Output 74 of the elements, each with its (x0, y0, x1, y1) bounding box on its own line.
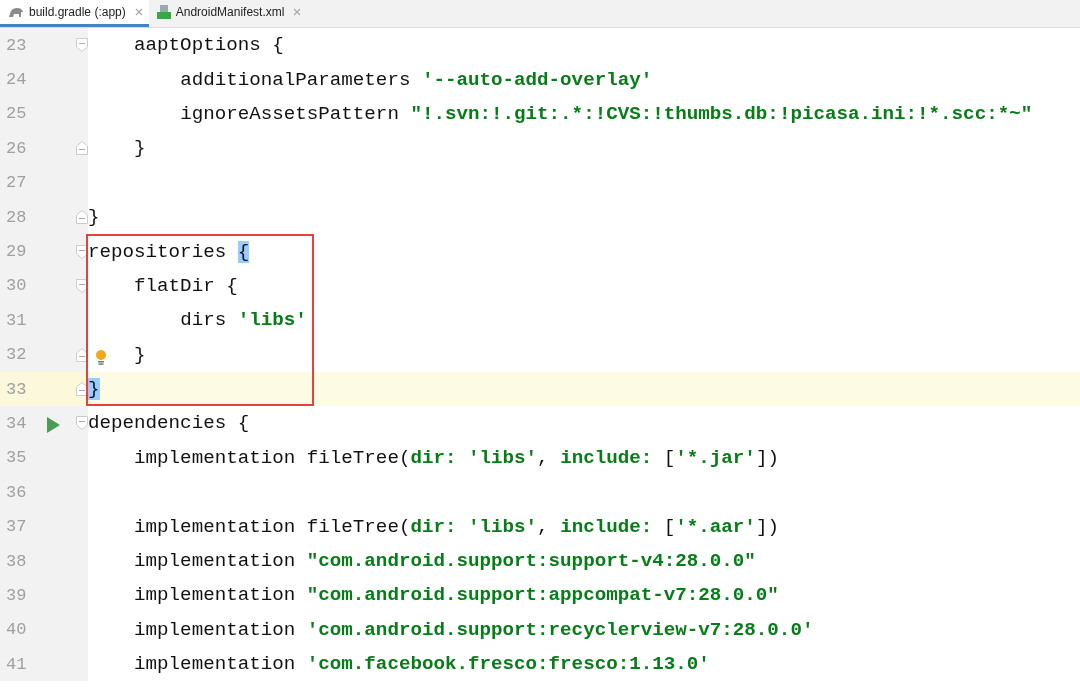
fold-marker-icon[interactable] (76, 416, 88, 431)
line-number: 30 (5, 276, 28, 296)
code-text: implementation (134, 653, 297, 676)
matched-brace: } (88, 378, 100, 401)
line-number: 41 (5, 654, 28, 674)
fold-marker-icon[interactable] (76, 244, 88, 259)
code-text: , (537, 446, 550, 469)
code-text: ]) (755, 515, 779, 538)
code-text: implementation (134, 550, 297, 573)
code-text: ignoreAssetsPattern (180, 102, 400, 125)
editor-tab[interactable]: build.gradle (:app) (0, 0, 149, 27)
code-text: } (88, 206, 100, 229)
code-text: repositories (88, 240, 228, 263)
line-number: 39 (5, 585, 28, 605)
string-literal: "!.svn:!.git:.*:!CVS:!thumbs.db:!picasa.ini:!*.scc:*~" (410, 102, 1033, 125)
named-argument: dir: (410, 515, 458, 538)
line-number: 32 (5, 345, 28, 365)
string-literal: '*.jar' (675, 446, 756, 469)
line-number: 34 (5, 414, 28, 433)
line-number: 27 (5, 173, 28, 193)
named-argument: include: (560, 515, 654, 538)
code-text: flatDir { (134, 274, 238, 297)
line-number: 31 (5, 310, 28, 330)
code-text: } (134, 343, 146, 366)
code-text: implementation fileTree( (134, 446, 411, 469)
lightbulb-icon[interactable] (95, 348, 107, 365)
file-icon (156, 5, 171, 19)
fold-marker-icon[interactable] (76, 278, 88, 293)
named-argument: include: (560, 446, 654, 469)
string-literal: 'libs' (468, 446, 538, 469)
fold-marker-icon[interactable] (76, 347, 88, 362)
code-text: [ (663, 446, 676, 469)
string-literal: 'libs' (237, 309, 307, 332)
code-text: dirs (180, 309, 228, 332)
named-argument: dir: (410, 446, 458, 469)
close-icon[interactable] (134, 8, 143, 16)
code-text: ]) (755, 446, 779, 469)
line-number: 36 (5, 482, 28, 502)
fold-marker-icon[interactable] (76, 141, 88, 156)
code-text: implementation (134, 618, 297, 641)
fold-marker-icon[interactable] (76, 382, 88, 397)
string-literal: 'com.facebook.fresco:fresco:1.13.0' (306, 653, 710, 676)
code-text: aaptOptions { (134, 34, 284, 57)
code-text: , (537, 515, 550, 538)
string-literal: 'com.android.support:recyclerview-v7:28.0.0' (306, 618, 814, 641)
line-number: 28 (5, 207, 28, 227)
line-number: 24 (5, 70, 28, 90)
line-number: 38 (5, 551, 28, 571)
string-literal: '--auto-add-overlay' (421, 68, 653, 91)
code-text: } (134, 137, 146, 160)
line-number: 23 (5, 35, 28, 55)
code-text: additionalParameters (180, 68, 412, 91)
line-number: 33 (5, 379, 28, 399)
run-icon[interactable] (46, 417, 60, 434)
code-text: implementation (134, 584, 297, 607)
fold-marker-icon[interactable] (76, 38, 88, 53)
line-number: 26 (5, 138, 28, 158)
matched-brace: { (237, 240, 250, 263)
code-text: implementation fileTree( (134, 515, 411, 538)
line-number: 35 (5, 448, 28, 468)
code-text: dependencies { (88, 412, 250, 435)
close-icon[interactable] (293, 8, 302, 16)
line-number: 25 (5, 104, 28, 124)
elephant-icon (8, 6, 24, 18)
code-text: [ (663, 515, 676, 538)
line-number: 40 (5, 620, 28, 640)
string-literal: '*.aar' (675, 515, 756, 538)
string-literal: "com.android.support:appcompat-v7:28.0.0" (306, 584, 779, 607)
string-literal: "com.android.support:support-v4:28.0.0" (306, 550, 756, 573)
line-number: 29 (5, 242, 28, 262)
editor-tab[interactable]: AndroidManifest.xml (148, 0, 308, 27)
string-literal: 'libs' (468, 515, 538, 538)
line-number: 37 (5, 517, 28, 537)
fold-marker-icon[interactable] (76, 210, 88, 225)
